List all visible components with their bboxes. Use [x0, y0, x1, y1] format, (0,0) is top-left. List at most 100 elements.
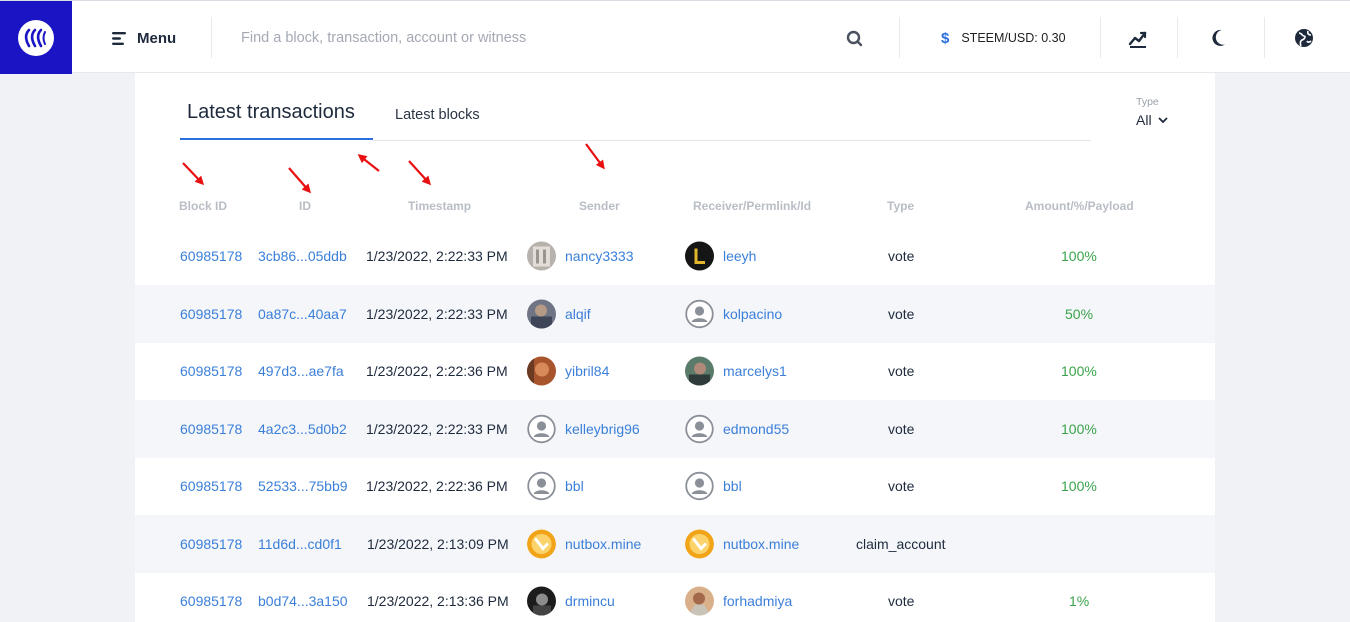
receiver-avatar[interactable]: [685, 414, 714, 444]
sender-avatar[interactable]: [527, 356, 556, 386]
block-id-link[interactable]: 60985178: [180, 306, 242, 322]
tab-latest-blocks[interactable]: Latest blocks: [395, 107, 480, 123]
table-row: 60985178 0a87c...40aa7 1/23/2022, 2:22:3…: [135, 285, 1215, 343]
table-row: 60985178 497d3...ae7fa 1/23/2022, 2:22:3…: [135, 342, 1215, 400]
globe-icon[interactable]: [1293, 27, 1315, 49]
amount-value: 100%: [1061, 363, 1097, 379]
type-filter-label: Type: [1136, 96, 1159, 108]
steem-logo-icon: [18, 19, 54, 56]
sender-avatar[interactable]: [527, 529, 556, 559]
sender-avatar[interactable]: [527, 299, 556, 329]
amount-value: 100%: [1061, 478, 1097, 494]
table-row: 60985178 52533...75bb9 1/23/2022, 2:22:3…: [135, 457, 1215, 515]
menu-button[interactable]: Menu: [112, 27, 176, 49]
menu-label: Menu: [137, 29, 177, 47]
amount-value: 50%: [1065, 306, 1094, 322]
receiver-avatar[interactable]: [685, 586, 714, 616]
search-icon[interactable]: [846, 30, 863, 47]
divider: [1177, 17, 1178, 58]
tabs-divider: [373, 140, 1091, 141]
timestamp: 1/23/2022, 2:13:09 PM: [367, 536, 509, 552]
search-input[interactable]: [241, 25, 831, 51]
divider: [1264, 17, 1265, 58]
receiver-link[interactable]: nutbox.mine: [723, 536, 799, 552]
column-header-type: Type: [887, 199, 915, 213]
tx-id-link[interactable]: 11d6d...cd0f1: [258, 536, 342, 552]
receiver-avatar[interactable]: [685, 299, 714, 329]
receiver-avatar[interactable]: [685, 471, 714, 501]
sender-link[interactable]: alqif: [565, 306, 591, 322]
dollar-icon: $: [941, 29, 950, 47]
table-row: 60985178 11d6d...cd0f1 1/23/2022, 2:13:0…: [135, 515, 1215, 573]
sender-link[interactable]: nutbox.mine: [565, 536, 641, 552]
receiver-avatar[interactable]: [685, 356, 714, 386]
receiver-link[interactable]: forhadmiya: [723, 593, 792, 609]
column-header-id: ID: [299, 199, 311, 213]
table-row: 60985178 3cb86...05ddb 1/23/2022, 2:22:3…: [135, 227, 1215, 285]
transactions-panel: Latest transactions Latest blocks Type A…: [135, 73, 1215, 622]
operation-type: claim_account: [856, 536, 946, 552]
column-header-timestamp: Timestamp: [408, 199, 472, 213]
timestamp: 1/23/2022, 2:22:36 PM: [366, 478, 508, 494]
timestamp: 1/23/2022, 2:13:36 PM: [367, 593, 509, 609]
sender-link[interactable]: yibril84: [565, 363, 609, 379]
block-id-link[interactable]: 60985178: [180, 248, 242, 264]
sender-avatar[interactable]: [527, 586, 556, 616]
operation-type: vote: [888, 593, 915, 609]
block-id-link[interactable]: 60985178: [180, 421, 242, 437]
amount-value: 100%: [1061, 248, 1097, 264]
tx-id-link[interactable]: 4a2c3...5d0b2: [258, 421, 347, 437]
amount-value: 100%: [1061, 421, 1097, 437]
divider: [899, 17, 900, 58]
operation-type: vote: [888, 306, 915, 322]
tx-id-link[interactable]: 52533...75bb9: [258, 478, 348, 494]
tab-latest-transactions[interactable]: Latest transactions: [187, 101, 355, 124]
sender-avatar[interactable]: [527, 414, 556, 444]
operation-type: vote: [888, 421, 915, 437]
receiver-avatar[interactable]: [685, 529, 714, 559]
steem-logo[interactable]: [0, 1, 72, 74]
top-bar: Menu $ STEEM/USD: 0.30: [0, 0, 1350, 74]
block-id-link[interactable]: 60985178: [180, 536, 242, 552]
sender-link[interactable]: kelleybrig96: [565, 421, 640, 437]
column-header-amount: Amount/%/Payload: [1025, 199, 1134, 213]
sender-avatar[interactable]: [527, 241, 556, 271]
receiver-link[interactable]: kolpacino: [723, 306, 782, 322]
operation-type: vote: [888, 248, 915, 264]
tx-id-link[interactable]: b0d74...3a150: [258, 593, 348, 609]
amount-value: 1%: [1069, 593, 1090, 609]
timestamp: 1/23/2022, 2:22:33 PM: [366, 421, 508, 437]
column-header-block-id: Block ID: [179, 199, 228, 213]
sender-avatar[interactable]: [527, 471, 556, 501]
table-row: 60985178 4a2c3...5d0b2 1/23/2022, 2:22:3…: [135, 400, 1215, 458]
tx-id-link[interactable]: 0a87c...40aa7: [258, 306, 347, 322]
divider: [1100, 17, 1101, 58]
receiver-avatar[interactable]: [685, 241, 714, 271]
receiver-link[interactable]: edmond55: [723, 421, 789, 437]
table-row: 60985178 b0d74...3a150 1/23/2022, 2:13:3…: [135, 572, 1215, 622]
operation-type: vote: [888, 363, 915, 379]
column-header-sender: Sender: [579, 199, 620, 213]
receiver-link[interactable]: leeyh: [723, 248, 756, 264]
type-filter-dropdown[interactable]: Type All: [1136, 96, 1168, 128]
operation-type: vote: [888, 478, 915, 494]
divider: [211, 17, 212, 58]
receiver-link[interactable]: bbl: [723, 478, 742, 494]
sender-link[interactable]: nancy3333: [565, 248, 634, 264]
price-label: STEEM/USD: 0.30: [961, 31, 1066, 45]
chart-icon[interactable]: [1127, 27, 1149, 49]
block-id-link[interactable]: 60985178: [180, 478, 242, 494]
sender-link[interactable]: bbl: [565, 478, 584, 494]
timestamp: 1/23/2022, 2:22:33 PM: [366, 248, 508, 264]
tx-id-link[interactable]: 497d3...ae7fa: [258, 363, 344, 379]
sender-link[interactable]: drmincu: [565, 593, 615, 609]
moon-icon[interactable]: [1210, 27, 1232, 49]
timestamp: 1/23/2022, 2:22:36 PM: [366, 363, 508, 379]
type-filter-value: All: [1136, 112, 1152, 128]
chevron-down-icon: [1157, 116, 1168, 123]
block-id-link[interactable]: 60985178: [180, 593, 242, 609]
block-id-link[interactable]: 60985178: [180, 363, 242, 379]
tx-id-link[interactable]: 3cb86...05ddb: [258, 248, 347, 264]
receiver-link[interactable]: marcelys1: [723, 363, 787, 379]
timestamp: 1/23/2022, 2:22:33 PM: [366, 306, 508, 322]
